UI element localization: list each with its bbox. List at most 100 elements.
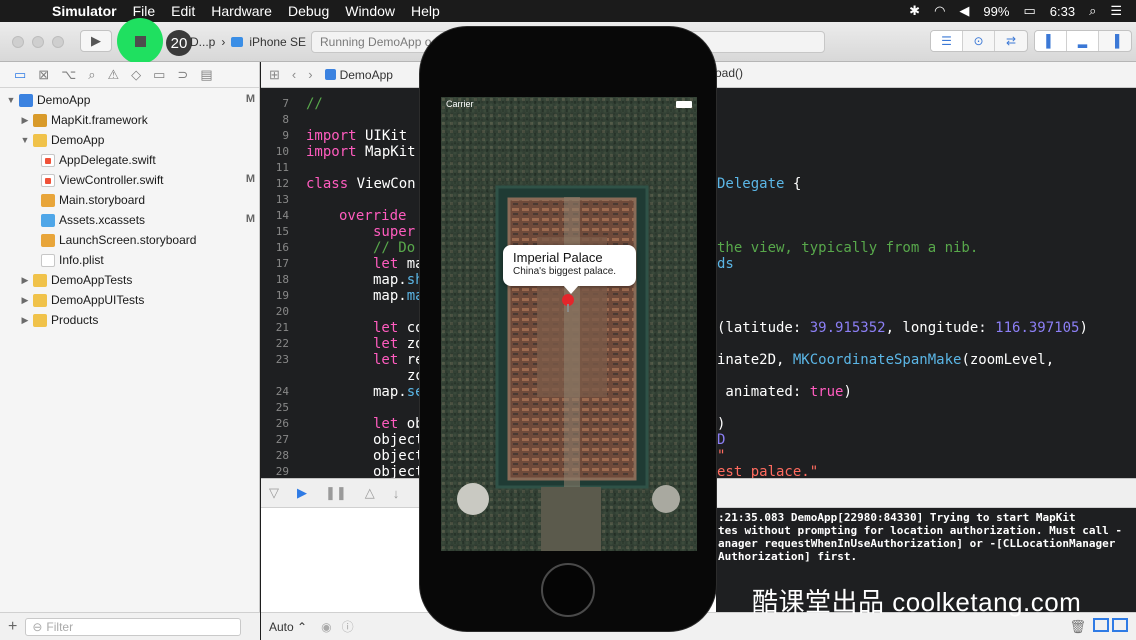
folder-icon[interactable]: ▭ <box>14 67 26 83</box>
run-button[interactable]: ▶ <box>80 30 112 52</box>
step-into-icon[interactable]: ↓ <box>393 486 400 501</box>
battery-percent[interactable]: 99% <box>983 4 1009 19</box>
code-line: ds <box>717 256 734 272</box>
menu-hardware[interactable]: Hardware <box>211 3 272 19</box>
menu-help[interactable]: Help <box>411 3 440 19</box>
console-view-icon[interactable] <box>1112 618 1128 632</box>
tree-row-appdelegate[interactable]: AppDelegate.swift <box>0 150 259 170</box>
spotlight-icon[interactable]: ⌕ <box>1089 3 1096 19</box>
wifi-icon[interactable]: ◠ <box>934 3 945 19</box>
breakpoint-icon[interactable]: ▭ <box>153 67 165 83</box>
code-line: let re <box>373 352 424 368</box>
disclosure-right-icon[interactable]: ▶ <box>20 115 30 126</box>
line-number: 24 <box>275 385 289 398</box>
line-number: 18 <box>275 273 289 286</box>
notification-center-icon[interactable]: ☰ <box>1110 3 1122 19</box>
line-number: 14 <box>275 209 289 222</box>
navigator-toggle-icon[interactable]: ▌ <box>1035 31 1067 51</box>
disclosure-right-icon[interactable]: ▶ <box>20 275 30 286</box>
south-square <box>541 487 601 551</box>
warning-icon[interactable]: ⚠ <box>107 67 119 83</box>
add-icon[interactable]: + <box>8 618 17 636</box>
zoom-window-button[interactable] <box>52 36 64 48</box>
home-button[interactable] <box>541 563 595 617</box>
tree-row-tests[interactable]: ▶ DemoAppTests <box>0 270 259 290</box>
tree-row-products[interactable]: ▶ Products <box>0 310 259 330</box>
line-number: 7 <box>282 97 289 110</box>
close-window-button[interactable] <box>12 36 24 48</box>
filter-placeholder: Filter <box>46 619 74 634</box>
version-editor-icon[interactable]: ⇄ <box>995 31 1027 51</box>
breakpoints-toggle-icon[interactable]: ▶ <box>297 485 307 501</box>
satellite-map[interactable] <box>441 97 697 551</box>
breadcrumb-method[interactable]: oad() <box>715 66 743 80</box>
breadcrumb[interactable]: DemoApp <box>324 68 393 82</box>
carrier-label: Carrier <box>446 99 474 109</box>
asset-catalog-icon <box>41 213 55 227</box>
code-line: inate2D, MKCoordinateSpanMake(zoomLevel, <box>717 352 1054 368</box>
stop-button[interactable] <box>117 18 163 64</box>
disclosure-right-icon[interactable]: ▶ <box>20 295 30 306</box>
standard-editor-icon[interactable]: ☰ <box>931 31 963 51</box>
clock[interactable]: 6:33 <box>1050 4 1075 19</box>
line-number: 20 <box>275 305 289 318</box>
code-text: { <box>784 176 802 192</box>
code-line: let ma <box>373 256 424 272</box>
hide-debug-area-icon[interactable]: ▽ <box>269 485 279 501</box>
test-icon[interactable]: ◇ <box>131 67 141 83</box>
code-line: let co <box>373 320 424 336</box>
console-layout-toggle[interactable] <box>1093 618 1128 632</box>
tree-row-infoplist[interactable]: Info.plist <box>0 250 259 270</box>
tree-row-main-storyboard[interactable]: Main.storyboard <box>0 190 259 210</box>
find-icon[interactable]: ⌕ <box>88 67 95 83</box>
code-line: est palace." <box>717 464 819 478</box>
tree-row-uitests[interactable]: ▶ DemoAppUITests <box>0 290 259 310</box>
menu-app[interactable]: Simulator <box>52 3 117 19</box>
related-items-icon[interactable]: ⊞ <box>269 67 280 83</box>
tree-row-project[interactable]: ▼ DemoApp M <box>0 90 259 110</box>
debug-area-toggle-icon[interactable]: ▂ <box>1067 31 1099 51</box>
menu-window[interactable]: Window <box>345 3 395 19</box>
menu-file[interactable]: File <box>133 3 156 19</box>
tag-icon[interactable]: ⊃ <box>177 67 188 83</box>
simulator-screen[interactable]: Carrier Imperial Palace China's biggest … <box>441 97 697 551</box>
pause-icon[interactable]: ❚❚ <box>325 485 347 501</box>
disclosure-down-icon[interactable]: ▼ <box>6 95 16 105</box>
assistant-editor-icon[interactable]: ⊙ <box>963 31 995 51</box>
tree-row-mapkit[interactable]: ▶ MapKit.framework <box>0 110 259 130</box>
minimize-window-button[interactable] <box>32 36 44 48</box>
modified-badge: M <box>245 173 255 185</box>
map-annotation-callout[interactable]: Imperial Palace China's biggest palace. <box>503 245 636 294</box>
scheme-selector[interactable]: D...p › iPhone SE <box>190 31 306 53</box>
log-icon[interactable]: ▤ <box>200 67 212 83</box>
step-over-icon[interactable]: △ <box>365 485 375 501</box>
back-icon[interactable]: ‹ <box>292 67 296 82</box>
storyboard-icon <box>41 193 55 207</box>
tree-row-viewcontroller[interactable]: ViewController.swift M <box>0 170 259 190</box>
tree-row-group[interactable]: ▼ DemoApp <box>0 130 259 150</box>
tree-row-assets[interactable]: Assets.xcassets M <box>0 210 259 230</box>
code-keyword: let <box>373 336 399 352</box>
variables-view-icon[interactable] <box>1093 618 1109 632</box>
code-keyword: let <box>373 256 399 272</box>
volume-icon[interactable]: ◀ <box>959 3 969 19</box>
hierarchy-icon[interactable]: ⌥ <box>61 67 76 83</box>
menu-debug[interactable]: Debug <box>288 3 329 19</box>
forward-icon[interactable]: › <box>308 67 312 82</box>
symbol-navigator-icon[interactable]: ⊠ <box>38 67 49 83</box>
disclosure-right-icon[interactable]: ▶ <box>20 315 30 326</box>
eye-icon[interactable]: ◉ <box>321 620 331 634</box>
bluetooth-icon[interactable]: ✱ <box>909 3 920 19</box>
menu-edit[interactable]: Edit <box>171 3 195 19</box>
line-number: 17 <box>275 257 289 270</box>
code-line: let ob <box>373 416 424 432</box>
info-icon[interactable]: ⓘ <box>342 618 354 635</box>
auto-scope-selector[interactable]: Auto ⌃ <box>269 620 307 634</box>
map-pin-icon[interactable] <box>562 294 574 312</box>
trash-icon[interactable]: 🗑 <box>1069 619 1086 635</box>
disclosure-down-icon[interactable]: ▼ <box>20 135 30 145</box>
filter-input[interactable]: ⊖ Filter <box>25 617 242 636</box>
tree-row-launchscreen[interactable]: LaunchScreen.storyboard <box>0 230 259 250</box>
status-area: ✱ ◠ ◀ 99% ▭ 6:33 ⌕ ☰ <box>909 3 1136 19</box>
utilities-toggle-icon[interactable]: ▐ <box>1099 31 1131 51</box>
